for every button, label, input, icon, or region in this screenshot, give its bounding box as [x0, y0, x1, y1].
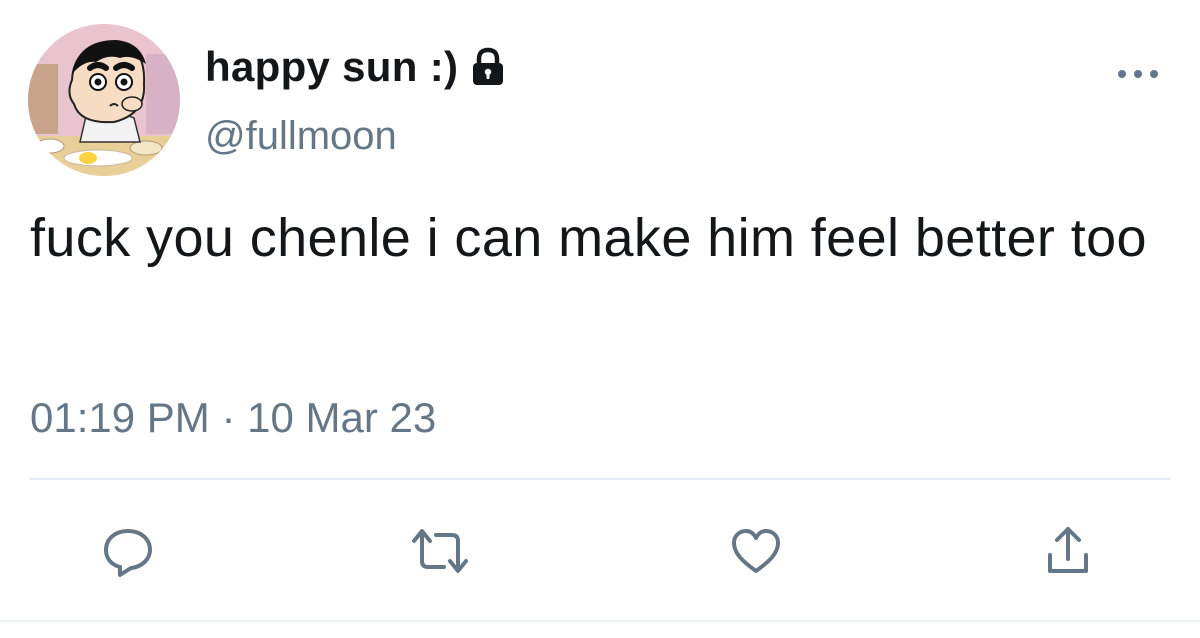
bottom-divider — [0, 620, 1200, 622]
display-name-row: happy sun :) — [205, 42, 506, 92]
tweet-card: happy sun :) @fullmoon fuck you chenle i… — [0, 0, 1200, 638]
more-options-icon[interactable] — [1116, 66, 1160, 82]
tweet-timestamp[interactable]: 01:19 PM · 10 Mar 23 — [30, 394, 436, 442]
retweet-icon — [412, 529, 468, 573]
cartoon-avatar-icon — [28, 24, 180, 176]
heart-icon — [732, 529, 780, 573]
like-button[interactable] — [721, 516, 791, 586]
display-name[interactable]: happy sun :) — [205, 43, 458, 91]
user-handle[interactable]: @fullmoon — [205, 114, 397, 159]
avatar[interactable] — [28, 24, 180, 176]
tweet-actions — [0, 516, 1200, 586]
tweet-text: fuck you chenle i can make him feel bett… — [30, 208, 1147, 268]
retweet-button[interactable] — [405, 516, 475, 586]
reply-icon — [104, 529, 152, 577]
reply-button[interactable] — [93, 516, 163, 586]
lock-icon — [470, 47, 506, 87]
share-icon — [1048, 527, 1088, 573]
share-button[interactable] — [1033, 516, 1103, 586]
divider — [30, 478, 1170, 480]
